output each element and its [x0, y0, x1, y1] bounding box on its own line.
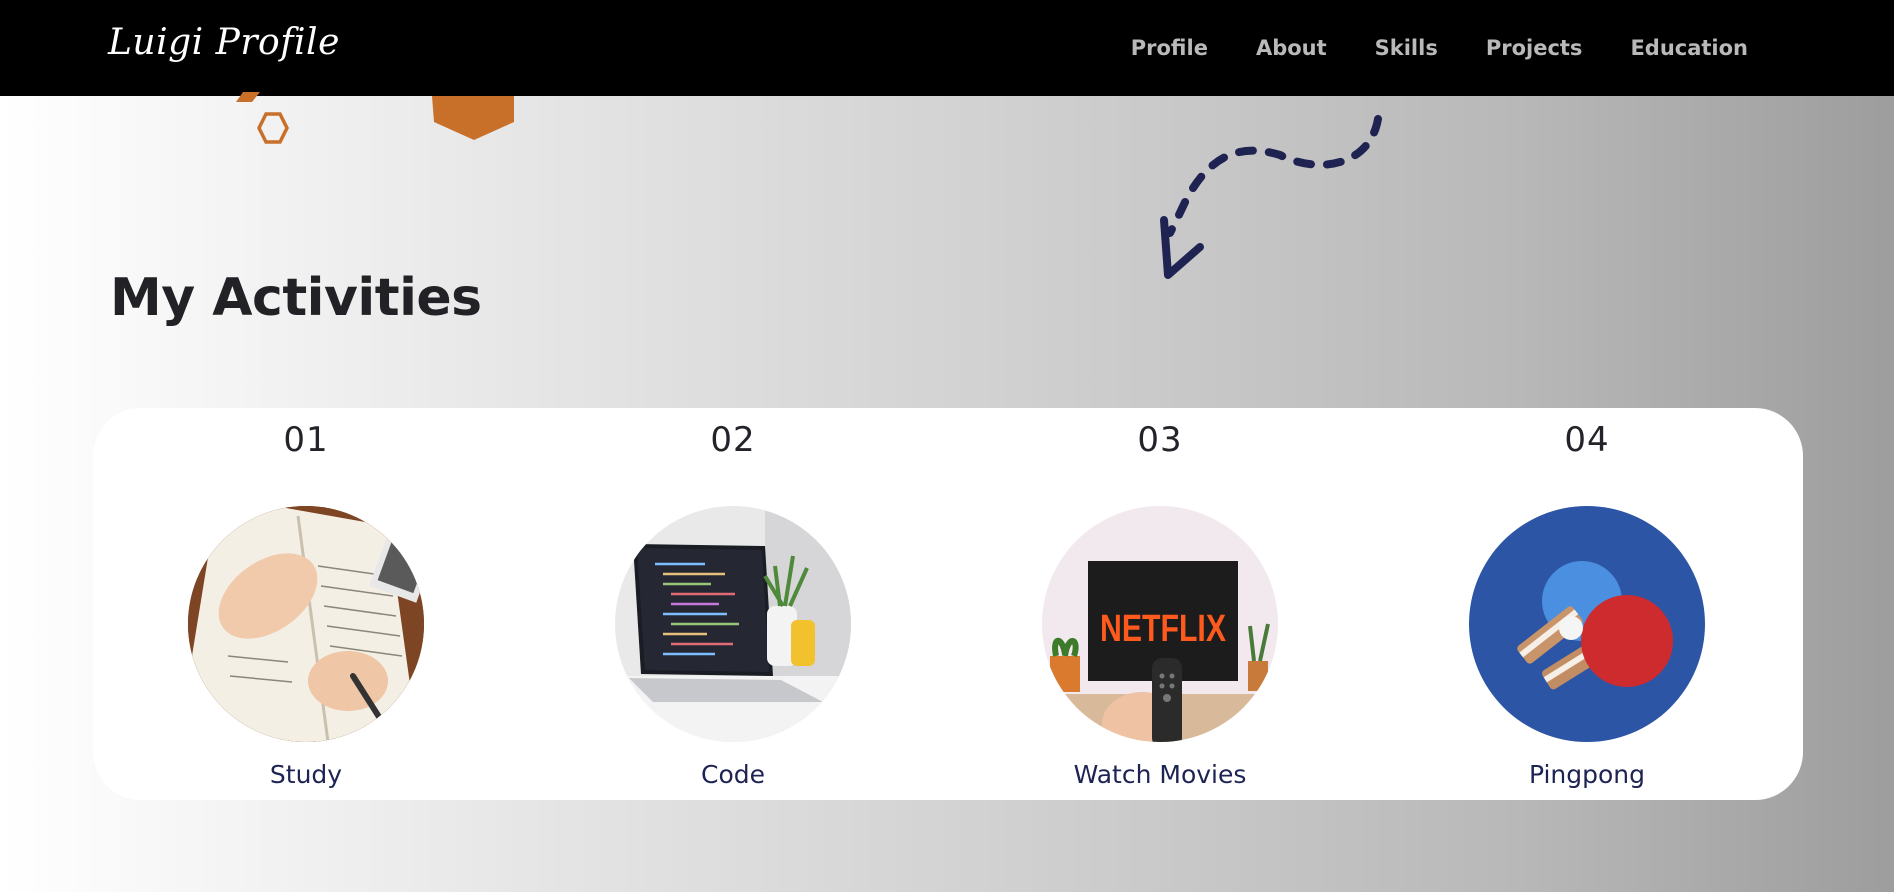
activity-number: 01 [283, 420, 329, 460]
activity-number: 02 [710, 420, 756, 460]
netflix-logo-text: NETFLIX [1100, 608, 1227, 650]
brand-logo[interactable]: Luigi Profile [108, 22, 340, 63]
navbar: Luigi Profile Profile About Skills Proje… [0, 0, 1894, 96]
pingpong-paddles-image [1469, 506, 1705, 742]
nav-link-projects[interactable]: Projects [1486, 36, 1583, 60]
nav-link-education[interactable]: Education [1630, 36, 1748, 60]
laptop-code-image [615, 506, 851, 742]
activity-number: 04 [1564, 420, 1610, 460]
hexagon-outline-icon [257, 112, 289, 144]
activity-label: Code [700, 760, 765, 789]
activity-label: Watch Movies [1073, 760, 1247, 789]
activities-card: 01 Study 02 Code 03 NETFLIX Watch Movies… [93, 408, 1803, 800]
hexagon-decoration [236, 92, 514, 144]
nav-link-about[interactable]: About [1256, 36, 1327, 60]
netflix-tv-image: NETFLIX [1042, 506, 1278, 742]
study-notebook-image [188, 506, 424, 742]
activity-number: 03 [1137, 420, 1183, 460]
hexagon-large-filled-icon [432, 96, 514, 140]
nav-link-skills[interactable]: Skills [1375, 36, 1438, 60]
nav-link-profile[interactable]: Profile [1131, 36, 1208, 60]
activity-item-pingpong: 04 Pingpong [1457, 408, 1717, 789]
page-title: My Activities [110, 268, 482, 328]
nav-links: Profile About Skills Projects Education [1131, 0, 1748, 96]
activity-item-code: 02 Code [603, 408, 863, 789]
activity-label: Study [269, 760, 343, 789]
dashed-arrow-icon [1160, 115, 1382, 279]
activity-item-watch-movies: 03 NETFLIX Watch Movies [1030, 408, 1290, 789]
activity-label: Pingpong [1528, 760, 1646, 789]
activity-item-study: 01 Study [176, 408, 436, 789]
hexagon-small-filled-icon [236, 92, 260, 102]
